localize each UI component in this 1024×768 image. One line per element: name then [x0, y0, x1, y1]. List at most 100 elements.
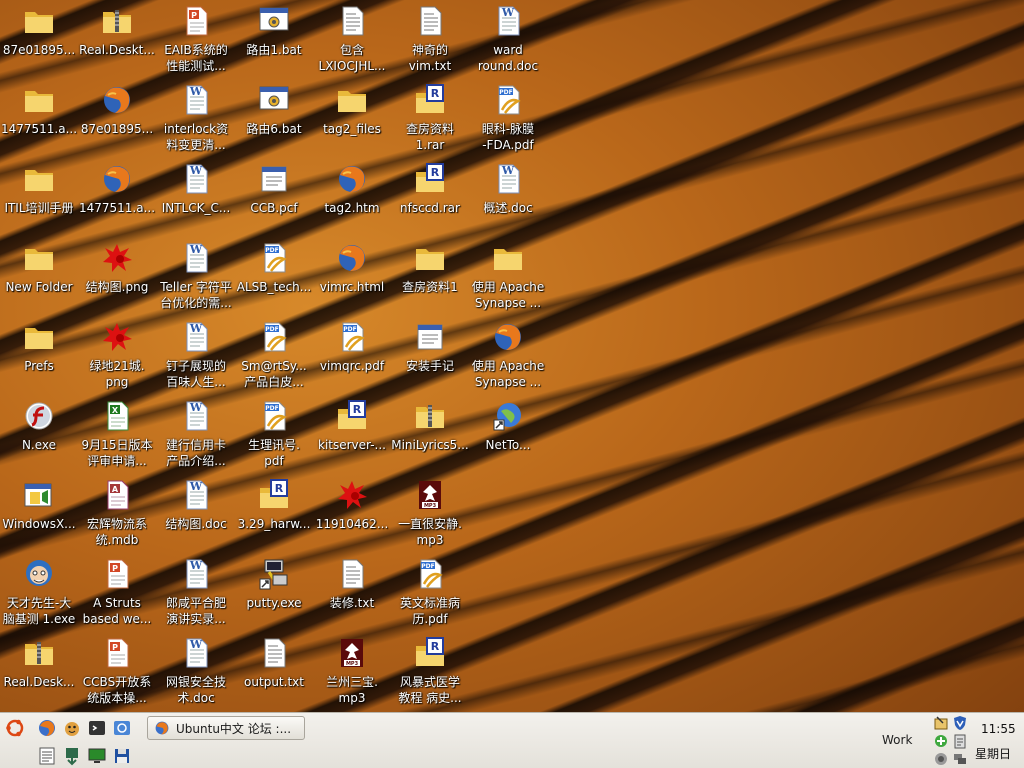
- desktop-icon[interactable]: Winterlock资 料变更清...: [157, 81, 235, 160]
- desktop-icon-label: 眼科-脉膜 -FDA.pdf: [481, 122, 535, 152]
- desktop-icon[interactable]: New Folder: [0, 239, 78, 318]
- desktop-icon[interactable]: CCB.pcf: [235, 160, 313, 239]
- desktop-icon[interactable]: P CCBS开放系 统版本操...: [78, 634, 156, 713]
- svg-text:R: R: [275, 482, 284, 495]
- desktop-icon[interactable]: 装修.txt: [313, 555, 391, 634]
- desktop-icon[interactable]: PDF 眼科-脉膜 -FDA.pdf: [469, 81, 547, 160]
- svg-text:PDF: PDF: [265, 405, 278, 412]
- desktop-icon[interactable]: 绿地21城. png: [78, 318, 156, 397]
- save-launcher-icon[interactable]: [111, 745, 133, 767]
- svg-text:W: W: [189, 401, 203, 414]
- desktop-icon[interactable]: R 风暴式医学 教程 病史...: [391, 634, 469, 713]
- desktop-icon[interactable]: P EAIB系统的 性能测试...: [157, 2, 235, 81]
- browser-launcher-icon[interactable]: [111, 717, 133, 739]
- desktop-icon[interactable]: 路由6.bat: [235, 81, 313, 160]
- desktop-icon[interactable]: W INTLCK_C...: [157, 160, 235, 239]
- zip-icon: [413, 399, 447, 433]
- desktop-icon[interactable]: 1477511.a...: [0, 81, 78, 160]
- desktop-icon[interactable]: 使用 Apache Synapse ...: [469, 239, 547, 318]
- firefox-icon: [491, 320, 525, 354]
- desktop-icon[interactable]: WindowsX...: [0, 476, 78, 555]
- ubuntu-menu-icon[interactable]: [4, 717, 26, 739]
- desktop-icon[interactable]: PDF Sm@rtSy... 产品白皮...: [235, 318, 313, 397]
- desktop-icon[interactable]: Real.Desk...: [0, 634, 78, 713]
- terminal-launcher-icon[interactable]: [86, 717, 108, 739]
- desktop-icon-label: 3.29_harw...: [237, 517, 311, 531]
- folder-icon: [22, 4, 56, 38]
- desktop-icon[interactable]: MP3 一直很安静. mp3: [391, 476, 469, 555]
- taskbar-window-button[interactable]: Ubuntu中文 论坛 :...: [147, 716, 305, 740]
- desktop-icon[interactable]: 神奇的 vim.txt: [391, 2, 469, 81]
- desktop-icon[interactable]: MP3 兰州三宝. mp3: [313, 634, 391, 713]
- desktop-icon[interactable]: 87e01895...: [0, 2, 78, 81]
- desktop-icon[interactable]: tag2.htm: [313, 160, 391, 239]
- desktop-icon[interactable]: output.txt: [235, 634, 313, 713]
- desktop-icon[interactable]: W 郎咸平合肥 演讲实录...: [157, 555, 235, 634]
- desktop-icon[interactable]: NetTo...: [469, 397, 547, 476]
- firefox-launcher-icon[interactable]: [36, 717, 58, 739]
- desktop-icon[interactable]: W 概述.doc: [469, 160, 547, 239]
- desktop-icon[interactable]: vimrc.html: [313, 239, 391, 318]
- desktop-icon[interactable]: A 宏辉物流系 统.mdb: [78, 476, 156, 555]
- text-editor-launcher-icon[interactable]: [36, 745, 58, 767]
- desktop-icon[interactable]: W 钉子展现的 百味人生...: [157, 318, 235, 397]
- update-tray-icon[interactable]: [933, 733, 949, 749]
- shield-tray-icon[interactable]: [952, 715, 968, 731]
- desktop-icon[interactable]: Prefs: [0, 318, 78, 397]
- desktop-icon[interactable]: 安装手记: [391, 318, 469, 397]
- desktop-icon[interactable]: 87e01895...: [78, 81, 156, 160]
- clipboard-tray-icon[interactable]: [952, 733, 968, 749]
- clock-time[interactable]: 11:55: [981, 722, 1016, 736]
- firefox-icon: [335, 162, 369, 196]
- svg-text:MP3: MP3: [424, 503, 437, 509]
- svg-text:W: W: [189, 85, 203, 98]
- desktop-icon-label: nfsccd.rar: [400, 201, 460, 215]
- desktop-icon[interactable]: W Teller 字符平 台优化的需...: [157, 239, 235, 318]
- desktop-icon-label: 宏辉物流系 统.mdb: [86, 517, 147, 547]
- desktop-icon[interactable]: PDF 生理讯号. pdf: [235, 397, 313, 476]
- desktop-icon[interactable]: 查房资料1: [391, 239, 469, 318]
- firefox-icon: [335, 241, 369, 275]
- desktop-icon[interactable]: R 3.29_harw...: [235, 476, 313, 555]
- desktop-icon[interactable]: W 网银安全技 术.doc: [157, 634, 235, 713]
- config-file-icon: [257, 162, 291, 196]
- desktop-icon[interactable]: putty.exe: [235, 555, 313, 634]
- workspace-switcher[interactable]: Work: [882, 733, 912, 747]
- desktop-icon[interactable]: ITIL培训手册: [0, 160, 78, 239]
- desktop-icon[interactable]: W 结构图.doc: [157, 476, 235, 555]
- pidgin-launcher-icon[interactable]: [61, 717, 83, 739]
- desktop-icon[interactable]: X 9月15日版本 评审申请...: [78, 397, 156, 476]
- batch-icon: [257, 83, 291, 117]
- desktop-icon-label: 风暴式医学 教程 病史...: [398, 675, 462, 705]
- desktop-icon[interactable]: W 建行信用卡 产品介绍...: [157, 397, 235, 476]
- desktop-icon[interactable]: Rnfsccd.rar: [391, 160, 469, 239]
- desktop-icon[interactable]: Rkitserver-...: [313, 397, 391, 476]
- desktop-icon[interactable]: R 查房资料 1.rar: [391, 81, 469, 160]
- desktop-icon[interactable]: tag2_files: [313, 81, 391, 160]
- desktop-icon[interactable]: MiniLyrics5...: [391, 397, 469, 476]
- volume-tray-icon[interactable]: [933, 751, 949, 767]
- desktop-icon[interactable]: PDF 英文标准病 历.pdf: [391, 555, 469, 634]
- desktop-icon[interactable]: 结构图.png: [78, 239, 156, 318]
- desktop-icon[interactable]: Wward round.doc: [469, 2, 547, 81]
- desktop-icon[interactable]: 使用 Apache Synapse ...: [469, 318, 547, 397]
- desktop-icon[interactable]: 1477511.a...: [78, 160, 156, 239]
- network-tray-icon[interactable]: [952, 751, 968, 767]
- desktop-icon[interactable]: PDF ALSB_tech...: [235, 239, 313, 318]
- monitor-launcher-icon[interactable]: [86, 745, 108, 767]
- desktop: 87e01895... Real.Deskt... P EAIB系统的 性能测试...…: [0, 0, 1024, 712]
- download-launcher-icon[interactable]: [61, 745, 83, 767]
- desktop-icon-label: 生理讯号. pdf: [248, 438, 300, 468]
- desktop-icon[interactable]: P A Struts based we...: [78, 555, 156, 634]
- desktop-icon[interactable]: PDF vimqrc.pdf: [313, 318, 391, 397]
- desktop-icon[interactable]: 天才先生-大 脑基测 1.exe: [0, 555, 78, 634]
- desktop-icon[interactable]: 包含 LXIOCJHL...: [313, 2, 391, 81]
- desktop-icon[interactable]: Real.Deskt...: [78, 2, 156, 81]
- desktop-icon[interactable]: N.exe: [0, 397, 78, 476]
- notes-tray-icon[interactable]: [933, 715, 949, 731]
- desktop-icon[interactable]: 11910462...: [313, 476, 391, 555]
- firefox-icon: [155, 721, 169, 735]
- desktop-icon[interactable]: 路由1.bat: [235, 2, 313, 81]
- clock-day[interactable]: 星期日: [975, 745, 1011, 762]
- desktop-icon-label: 概述.doc: [483, 201, 533, 215]
